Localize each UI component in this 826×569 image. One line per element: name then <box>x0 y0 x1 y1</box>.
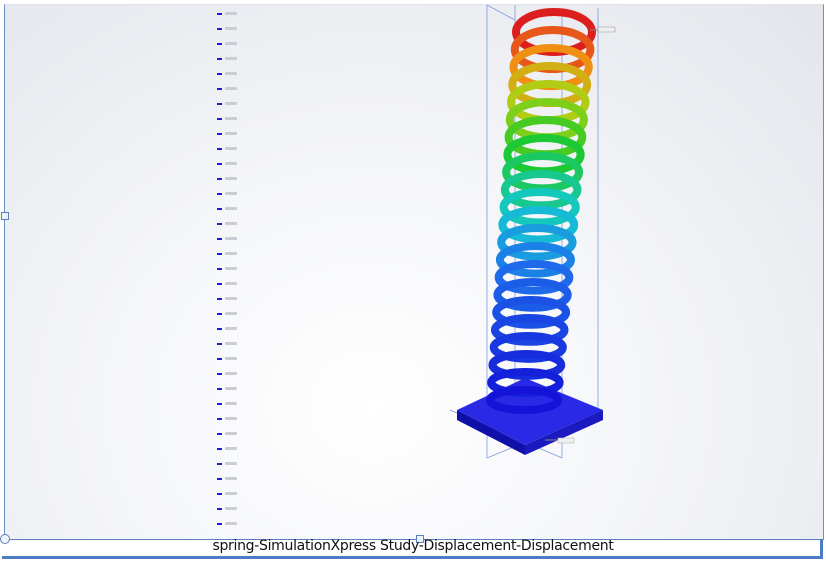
spring-model <box>449 4 616 459</box>
view-caption: spring-SimulationXpress Study-Displaceme… <box>212 538 614 554</box>
window-border <box>2 556 822 559</box>
resize-handle-left[interactable] <box>1 212 9 220</box>
